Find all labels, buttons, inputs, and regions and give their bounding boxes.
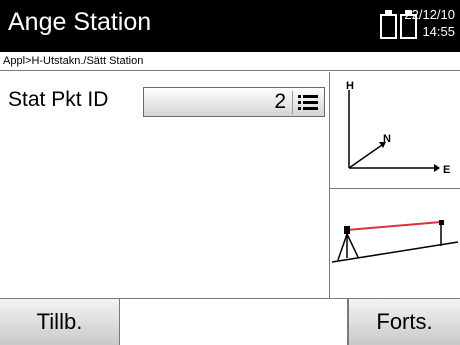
axis-n-label: N bbox=[383, 133, 391, 145]
list-button[interactable] bbox=[292, 91, 321, 114]
station-point-id-value: 2 bbox=[274, 90, 286, 113]
breadcrumb: Appl>H-Utstakn./Sätt Station bbox=[3, 55, 144, 67]
date-time: 22/12/10 14:55 bbox=[404, 6, 455, 40]
page-title: Ange Station bbox=[8, 8, 152, 36]
softkey-bar: Tillb. Forts. bbox=[0, 298, 460, 345]
list-icon bbox=[298, 95, 318, 110]
axes-icon: H N E bbox=[346, 80, 450, 176]
station-setup-diagram bbox=[330, 190, 460, 298]
station-point-id-label: Stat Pkt ID bbox=[8, 88, 109, 111]
time-text: 14:55 bbox=[422, 24, 455, 39]
title-bar: Ange Station 22/12/10 14:55 bbox=[0, 0, 460, 52]
date-text: 22/12/10 bbox=[404, 7, 455, 22]
main-content: Stat Pkt ID 2 bbox=[0, 72, 329, 298]
battery-icon bbox=[380, 10, 397, 39]
breadcrumb-bar: Appl>H-Utstakn./Sätt Station bbox=[0, 52, 460, 71]
coordinate-axes-diagram: H N E bbox=[330, 72, 460, 189]
station-point-id-field[interactable]: 2 bbox=[143, 87, 325, 117]
back-button[interactable]: Tillb. bbox=[0, 299, 120, 345]
axis-h-label: H bbox=[346, 80, 354, 92]
axis-e-label: E bbox=[443, 164, 450, 176]
empty-softkey bbox=[120, 299, 348, 345]
continue-button[interactable]: Forts. bbox=[348, 299, 460, 345]
total-station-icon bbox=[331, 220, 459, 263]
side-panel: H N E bbox=[329, 72, 460, 298]
